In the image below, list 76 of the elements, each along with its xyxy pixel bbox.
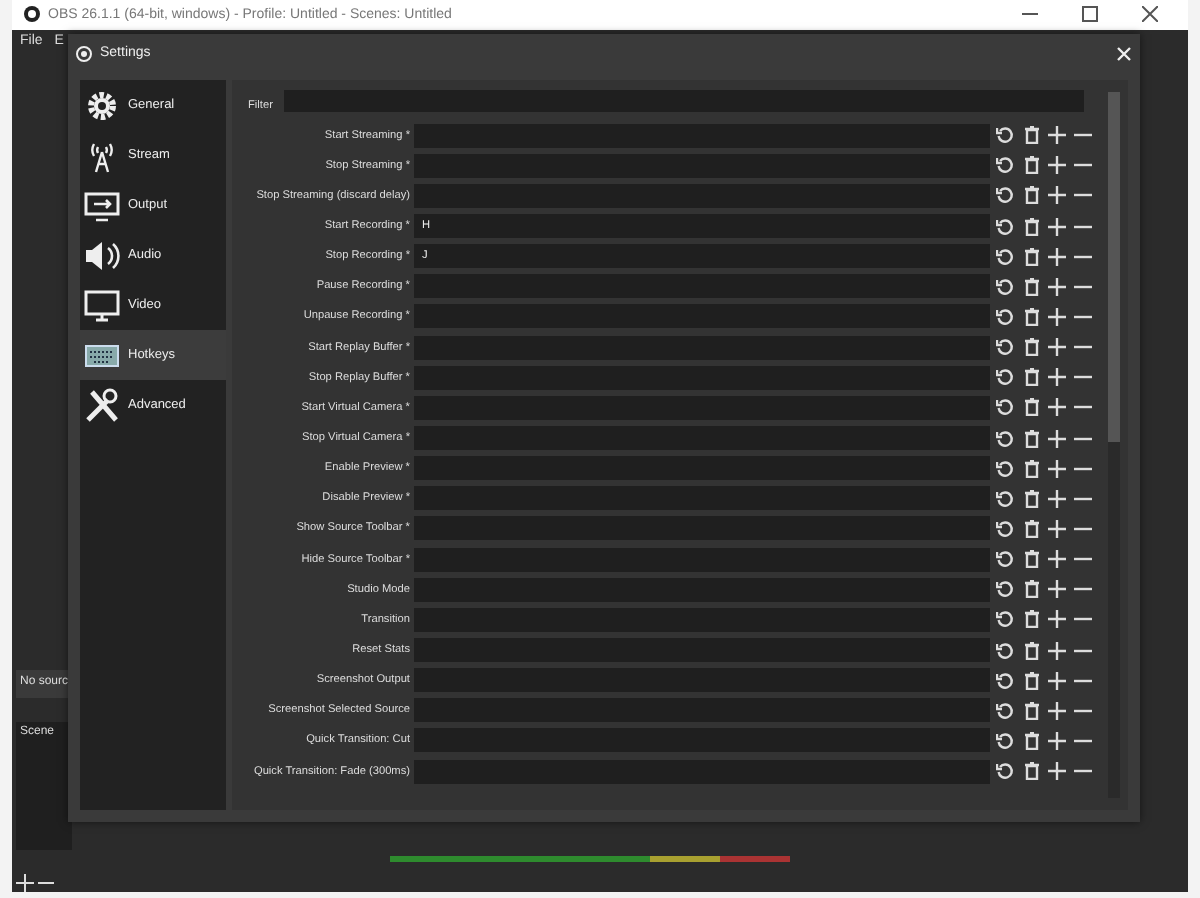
- monitor-icon: [84, 287, 120, 323]
- add-icon[interactable]: [1046, 486, 1068, 511]
- trash-icon[interactable]: [1020, 698, 1042, 723]
- close-icon[interactable]: [1142, 6, 1158, 23]
- trash-icon[interactable]: [1020, 638, 1042, 663]
- tools-icon: [84, 387, 120, 423]
- trash-icon[interactable]: [1020, 759, 1042, 784]
- trash-icon[interactable]: [1020, 516, 1042, 541]
- trash-icon[interactable]: [1020, 183, 1042, 208]
- add-icon[interactable]: [1046, 456, 1068, 481]
- trash-icon[interactable]: [1020, 486, 1042, 511]
- revert-icon[interactable]: [994, 607, 1016, 632]
- trash-icon[interactable]: [1020, 304, 1042, 329]
- add-icon[interactable]: [1046, 123, 1068, 148]
- scrollbar-thumb[interactable]: [1108, 92, 1120, 442]
- add-icon[interactable]: [1046, 365, 1068, 390]
- revert-icon[interactable]: [994, 759, 1016, 784]
- add-icon[interactable]: [1046, 304, 1068, 329]
- trash-icon[interactable]: [1020, 395, 1042, 420]
- add-icon[interactable]: [1046, 759, 1068, 784]
- revert-icon[interactable]: [994, 365, 1016, 390]
- trash-icon[interactable]: [1020, 577, 1042, 602]
- trash-icon[interactable]: [1020, 607, 1042, 632]
- revert-icon[interactable]: [994, 547, 1016, 572]
- revert-icon[interactable]: [994, 335, 1016, 360]
- add-icon[interactable]: [16, 874, 34, 892]
- revert-icon[interactable]: [994, 577, 1016, 602]
- add-icon[interactable]: [1046, 547, 1068, 572]
- revert-icon[interactable]: [994, 244, 1016, 269]
- revert-icon[interactable]: [994, 456, 1016, 481]
- add-icon[interactable]: [1046, 728, 1068, 753]
- revert-icon[interactable]: [994, 668, 1016, 693]
- revert-icon[interactable]: [994, 516, 1016, 541]
- add-icon[interactable]: [1046, 426, 1068, 451]
- trash-icon[interactable]: [1020, 668, 1042, 693]
- monitor-arrow-icon: [84, 187, 120, 223]
- app-logo-icon: [76, 45, 92, 61]
- trash-icon[interactable]: [1020, 274, 1042, 299]
- revert-icon[interactable]: [994, 395, 1016, 420]
- add-icon[interactable]: [1046, 335, 1068, 360]
- revert-icon[interactable]: [994, 486, 1016, 511]
- add-icon[interactable]: [1046, 577, 1068, 602]
- trash-icon[interactable]: [1020, 244, 1042, 269]
- trash-icon[interactable]: [1020, 335, 1042, 360]
- speaker-icon: [84, 237, 120, 273]
- add-icon[interactable]: [1046, 638, 1068, 663]
- trash-icon[interactable]: [1020, 426, 1042, 451]
- add-icon[interactable]: [1046, 244, 1068, 269]
- maximize-icon[interactable]: [1082, 6, 1098, 23]
- revert-icon[interactable]: [994, 426, 1016, 451]
- revert-icon[interactable]: [994, 123, 1016, 148]
- add-icon[interactable]: [1046, 153, 1068, 178]
- add-icon[interactable]: [1046, 395, 1068, 420]
- trash-icon[interactable]: [1020, 214, 1042, 239]
- app-logo-icon: [24, 6, 40, 23]
- trash-icon[interactable]: [1020, 365, 1042, 390]
- revert-icon[interactable]: [994, 638, 1016, 663]
- add-icon[interactable]: [1046, 698, 1068, 723]
- trash-icon[interactable]: [1020, 728, 1042, 753]
- trash-icon[interactable]: [1020, 123, 1042, 148]
- add-icon[interactable]: [1046, 607, 1068, 632]
- trash-icon[interactable]: [1020, 153, 1042, 178]
- trash-icon[interactable]: [1020, 456, 1042, 481]
- revert-icon[interactable]: [994, 183, 1016, 208]
- add-icon[interactable]: [1046, 183, 1068, 208]
- revert-icon[interactable]: [994, 728, 1016, 753]
- add-icon[interactable]: [1046, 668, 1068, 693]
- revert-icon[interactable]: [994, 214, 1016, 239]
- trash-icon[interactable]: [1020, 547, 1042, 572]
- add-icon[interactable]: [1046, 516, 1068, 541]
- revert-icon[interactable]: [994, 304, 1016, 329]
- revert-icon[interactable]: [994, 153, 1016, 178]
- revert-icon[interactable]: [994, 698, 1016, 723]
- add-icon[interactable]: [1046, 274, 1068, 299]
- add-icon[interactable]: [1046, 214, 1068, 239]
- revert-icon[interactable]: [994, 274, 1016, 299]
